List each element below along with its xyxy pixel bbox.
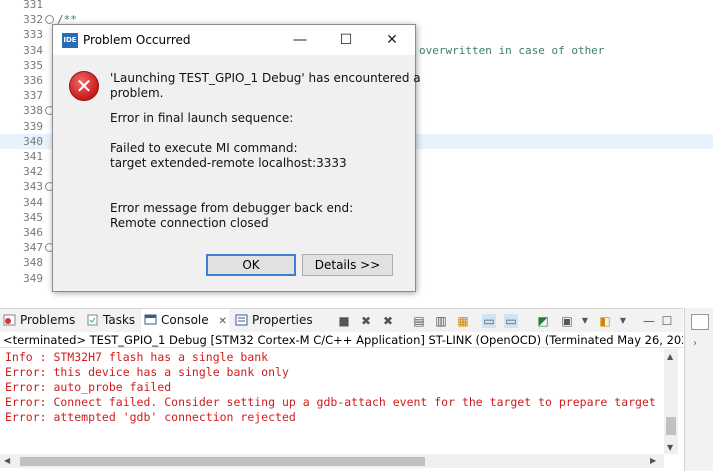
tab-properties-label: Properties <box>252 313 313 327</box>
console-line: Error: Connect failed. Consider setting … <box>5 395 656 409</box>
detail-line-2: target extended-remote localhost:3333 <box>110 156 347 170</box>
error-heading: Error in final launch sequence: <box>110 111 294 125</box>
display-selected-console-icon[interactable]: ▣ <box>560 314 574 328</box>
ok-button[interactable]: OK <box>206 254 296 276</box>
code-text: overwritten in case of other <box>419 43 605 57</box>
problem-occurred-dialog: IDE Problem Occurred — ☐ ✕ ✕ 'Launching … <box>52 24 421 292</box>
scroll-left-icon[interactable]: ◀ <box>4 456 10 465</box>
line-number: 343 <box>23 180 43 194</box>
scroll-up-icon[interactable]: ▲ <box>667 352 673 361</box>
pin-console-icon[interactable]: ◩ <box>536 314 550 328</box>
scroll-down-icon[interactable]: ▼ <box>667 443 673 452</box>
right-side-panel: › <box>684 308 713 471</box>
show-on-stderr-icon[interactable]: ▭ <box>504 314 518 328</box>
ide-logo-icon: IDE <box>62 33 78 48</box>
scroll-lock-icon[interactable]: ▥ <box>434 314 448 328</box>
outline-view-icon[interactable] <box>691 314 709 330</box>
close-button[interactable]: ✕ <box>369 25 415 55</box>
console-line: Error: attempted 'gdb' connection reject… <box>5 410 296 424</box>
console-line: Error: auto_probe failed <box>5 380 172 394</box>
line-number: 331 <box>23 0 43 11</box>
line-number: 339 <box>23 119 43 133</box>
line-number: 345 <box>23 210 43 224</box>
tab-tasks-label: Tasks <box>103 313 136 327</box>
editor-line[interactable]: 331 <box>0 0 713 12</box>
properties-icon <box>235 311 248 326</box>
show-on-stdout-icon[interactable]: ▭ <box>482 314 496 328</box>
problems-icon <box>3 311 16 326</box>
line-number: 334 <box>23 43 43 57</box>
line-number: 346 <box>23 226 43 239</box>
fold-toggle-icon[interactable] <box>45 15 54 25</box>
open-console-icon[interactable]: ◧ <box>598 314 612 328</box>
clear-console-icon[interactable]: ▤ <box>412 314 426 328</box>
remove-all-terminated-icon[interactable]: ✖ <box>381 314 395 328</box>
line-number: 349 <box>23 271 43 285</box>
chevron-down-icon[interactable]: ▼ <box>578 314 592 328</box>
message-line-1: 'Launching TEST_GPIO_1 Debug' has encoun… <box>110 71 421 85</box>
console-horizontal-scrollbar[interactable]: ◀ ▶ <box>0 454 664 468</box>
maximize-button[interactable]: ☐ <box>323 25 369 55</box>
tab-close-icon[interactable]: ✕ <box>218 316 226 327</box>
maximize-view-icon[interactable]: ☐ <box>660 314 674 328</box>
line-number: 333 <box>23 28 43 42</box>
backend-line-2: Remote connection closed <box>110 216 269 230</box>
error-icon: ✕ <box>69 71 99 101</box>
dialog-title: Problem Occurred <box>83 33 191 47</box>
console-icon <box>144 311 157 325</box>
line-number: 338 <box>23 104 43 118</box>
line-number: 347 <box>23 241 43 255</box>
remove-launch-icon[interactable]: ✖ <box>359 314 373 328</box>
line-number: 336 <box>23 74 43 87</box>
tab-properties[interactable]: Properties <box>235 309 315 332</box>
line-number: 344 <box>23 195 43 209</box>
backend-line-1: Error message from debugger back end: <box>110 201 354 215</box>
vertical-scroll-thumb[interactable] <box>666 417 676 435</box>
line-number: 348 <box>23 256 43 270</box>
tab-tasks[interactable]: Tasks <box>86 309 138 332</box>
word-wrap-icon[interactable]: ▦ <box>456 314 470 328</box>
line-number: 332 <box>23 13 43 27</box>
scroll-right-icon[interactable]: ▶ <box>650 456 656 465</box>
tab-problems-label: Problems <box>20 313 76 327</box>
console-output[interactable]: Info : STM32H7 flash has a single bank Er… <box>0 349 664 454</box>
dialog-titlebar: IDE Problem Occurred — ☐ ✕ <box>53 25 415 55</box>
line-number: 342 <box>23 165 43 179</box>
console-line: Info : STM32H7 flash has a single bank <box>5 350 269 364</box>
line-number: 335 <box>23 58 43 72</box>
chevron-right-icon[interactable]: › <box>693 338 697 349</box>
view-tab-bar: Problems Tasks Console ✕ Properties ■ ✖ … <box>0 308 683 332</box>
console-line: Error: this device has a single bank onl… <box>5 365 289 379</box>
message-line-2: problem. <box>110 86 164 100</box>
line-number: 337 <box>23 89 43 103</box>
detail-line-1: Failed to execute MI command: <box>110 141 298 155</box>
console-description: <terminated> TEST_GPIO_1 Debug [STM32 Co… <box>0 332 683 348</box>
line-number: 341 <box>23 150 43 163</box>
tab-console[interactable]: Console ✕ <box>141 309 229 332</box>
tab-problems[interactable]: Problems <box>3 309 79 332</box>
console-vertical-scrollbar[interactable]: ▲ ▼ <box>664 349 678 454</box>
horizontal-scroll-thumb[interactable] <box>20 457 425 466</box>
minimize-button[interactable]: — <box>277 25 323 55</box>
chevron-down-icon[interactable]: ▼ <box>616 314 630 328</box>
line-number: 340 <box>23 134 43 148</box>
details-button[interactable]: Details >> <box>302 254 393 276</box>
minimize-view-icon[interactable]: — <box>642 314 656 328</box>
terminate-icon[interactable]: ■ <box>337 314 351 328</box>
tasks-icon <box>86 311 99 326</box>
tab-console-label: Console <box>161 313 209 327</box>
